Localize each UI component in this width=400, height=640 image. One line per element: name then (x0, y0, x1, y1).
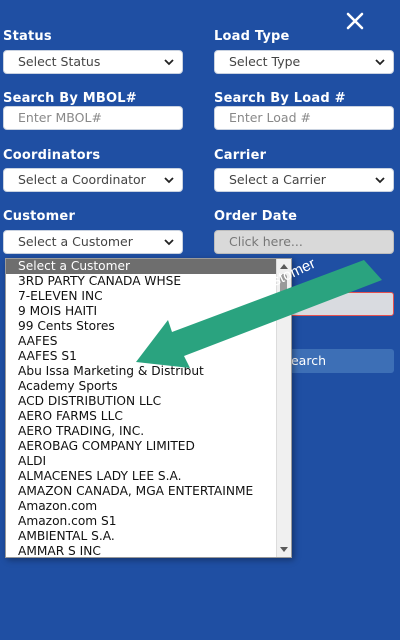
dropdown-option[interactable]: AAFES S1 (6, 349, 288, 364)
dropdown-option[interactable]: Amazon.com (6, 499, 288, 514)
close-icon[interactable] (344, 10, 366, 32)
dropdown-option[interactable]: AERO FARMS LLC (6, 409, 288, 424)
chevron-down-icon (164, 177, 174, 184)
dropdown-option[interactable]: AMMAR S INC (6, 544, 288, 557)
dropdown-option[interactable]: Academy Sports (6, 379, 288, 394)
coordinators-label: Coordinators (3, 148, 101, 163)
chevron-down-icon (375, 177, 385, 184)
mbol-label: Search By MBOL# (3, 91, 137, 106)
dropdown-scrollbar[interactable] (276, 259, 291, 557)
customer-label: Customer (3, 209, 76, 224)
dropdown-option[interactable]: ALMACENES LADY LEE S.A. (6, 469, 288, 484)
chevron-down-icon (375, 59, 385, 66)
dropdown-option[interactable]: AERO TRADING, INC. (6, 424, 288, 439)
order-date-input[interactable]: Click here... (214, 230, 394, 254)
filter-panel: Status Load Type Select Status Select Ty… (0, 0, 400, 640)
carrier-select[interactable]: Select a Carrier (214, 168, 394, 192)
customer-select[interactable]: Select a Customer (3, 230, 183, 254)
dropdown-option[interactable]: Amazon.com S1 (6, 514, 288, 529)
status-select-value: Select Status (18, 54, 101, 69)
dropdown-option[interactable]: 9 MOIS HAITI (6, 304, 288, 319)
dropdown-option[interactable]: AEROBAG COMPANY LIMITED (6, 439, 288, 454)
customer-options: Select a Customer 3RD PARTY CANADA WHSE 7-… (6, 259, 291, 557)
chevron-down-icon (164, 59, 174, 66)
load-number-input[interactable]: Enter Load # (214, 106, 394, 130)
status-select[interactable]: Select Status (3, 50, 183, 74)
dropdown-option[interactable]: ALDI (6, 454, 288, 469)
load-type-label: Load Type (214, 29, 290, 44)
carrier-label: Carrier (214, 148, 267, 163)
dropdown-option-selected[interactable]: Select a Customer (6, 259, 288, 274)
order-date-label: Order Date (214, 209, 298, 224)
dropdown-option[interactable]: Abu Issa Marketing & Distribut (6, 364, 288, 379)
dropdown-option[interactable]: AMAZON CANADA, MGA ENTERTAINME (6, 484, 288, 499)
customer-dropdown-list[interactable]: Select a Customer 3RD PARTY CANADA WHSE 7-… (5, 258, 292, 558)
mbol-input[interactable]: Enter MBOL# (3, 106, 183, 130)
order-date-placeholder: Click here... (229, 234, 303, 249)
dropdown-option[interactable]: AMBIENTAL S.A. (6, 529, 288, 544)
dropdown-option[interactable]: AAFES (6, 334, 288, 349)
dropdown-option[interactable]: ACD DISTRIBUTION LLC (6, 394, 288, 409)
coordinator-select[interactable]: Select a Coordinator (3, 168, 183, 192)
mbol-placeholder: Enter MBOL# (18, 110, 102, 125)
load-number-label: Search By Load # (214, 91, 346, 106)
customer-select-value: Select a Customer (18, 234, 133, 249)
status-label: Status (3, 29, 52, 44)
carrier-select-value: Select a Carrier (229, 172, 326, 187)
load-number-placeholder: Enter Load # (229, 110, 311, 125)
chevron-down-icon (164, 239, 174, 246)
load-type-select-value: Select Type (229, 54, 301, 69)
coordinator-select-value: Select a Coordinator (18, 172, 146, 187)
scroll-down-icon[interactable] (279, 544, 289, 554)
dropdown-option[interactable]: 99 Cents Stores (6, 319, 288, 334)
load-type-select[interactable]: Select Type (214, 50, 394, 74)
